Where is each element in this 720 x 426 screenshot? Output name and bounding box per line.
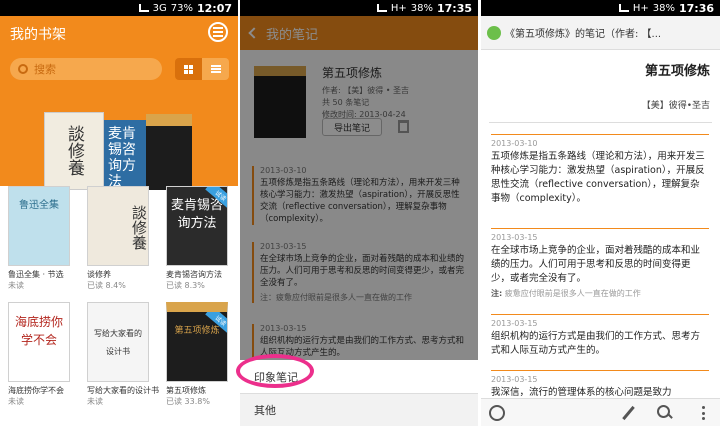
note-text: 组织机构的运行方式是由我们的工作方式、思考方式和人际互动方式产生的。 [491,331,701,356]
battery-indicator: 38% [652,2,675,14]
featured-book-cover-2[interactable]: 麦肯锡咨询方法 [104,120,150,190]
book-title: 第五项修炼 [166,386,206,395]
featured-book-cover[interactable]: 談修養 [44,112,104,190]
status-bar: 3G 73% 12:07 [0,0,238,16]
featured-book-cover-3[interactable] [146,114,192,190]
book-progress: 已读 8.4% [87,281,126,290]
page-title: 我的书架 [10,27,66,43]
bookshelf-screen: 3G 73% 12:07 我的书架 搜索 談修養 麦肯锡咨询方法 鲁迅全集 鲁迅… [0,0,238,426]
book-progress: 未读 [87,397,103,406]
more-options-icon[interactable] [695,405,711,421]
grid-view-button[interactable] [175,58,202,80]
book-cover: 写给大家看的设计书 [87,302,149,382]
book-item[interactable]: 麦肯锡咨询方法 试读 麦肯锡咨询方法 已读 8.3% [166,186,232,291]
list-view-button[interactable] [202,58,229,80]
signal-icon [376,4,387,12]
note-remark: 注: 疲惫应付眼前是很多人一直在做的工作 [491,289,641,298]
featured2-cover-text: 麦肯锡咨询方法 [108,126,136,190]
note-date: 2013-03-15 [491,375,538,384]
status-time: 17:36 [678,1,714,15]
book-progress: 已读 33.8% [166,397,210,406]
network-indicator: H+ [390,2,407,14]
app-collage: 3G 73% 12:07 我的书架 搜索 談修養 麦肯锡咨询方法 鲁迅全集 鲁迅… [0,0,720,426]
search-placeholder: 搜索 [34,63,56,76]
book-cover: 鲁迅全集 [8,186,70,266]
view-toggle [175,58,229,80]
network-indicator: 3G [152,2,167,14]
shelf-header: 我的书架 搜索 談修養 麦肯锡咨询方法 [0,16,238,190]
menu-icon[interactable] [208,22,228,42]
book-title: 谈修养 [87,270,111,279]
book-item[interactable]: 鲁迅全集 鲁迅全集 · 节选 未读 [8,186,74,291]
evernote-screen: H+ 38% 17:36 《第五项修炼》的笔记（作者: 【... 第五项修炼 【… [481,0,720,426]
note-text: 五项修炼是指五条路线（理论和方法），用来开发三种核心学习能力：激发热望（aspi… [491,151,705,204]
alarm-icon[interactable] [489,405,505,421]
note-item: 2013-03-15 组织机构的运行方式是由我们的工作方式、思考方式和人际互动方… [491,314,709,358]
book-item[interactable]: 談修養 谈修养 已读 8.4% [87,186,153,291]
bottom-toolbar [481,398,720,426]
note-title: 第五项修炼 [644,64,710,79]
evernote-icon[interactable] [487,25,501,40]
book-cover: 海底捞你学不会 [8,302,70,382]
book-progress: 未读 [8,397,24,406]
book-progress: 未读 [8,281,24,290]
note-header-title: 《第五项修炼》的笔记（作者: 【... [505,29,662,40]
menu-item-other[interactable]: 其他 [240,393,478,426]
status-bar: H+ 38% 17:35 [240,0,478,16]
book-progress: 已读 8.3% [166,281,205,290]
status-time: 12:07 [196,1,232,15]
note-item: 2013-03-15 在全球市场上竞争的企业，面对着残酷的成本和业绩的压力。人们… [491,228,709,299]
note-item: 2013-03-15 我深信，流行的管理体系的核心问题是致力 [491,370,709,400]
note-header: 《第五项修炼》的笔记（作者: 【... [481,16,720,50]
network-indicator: H+ [632,2,649,14]
grid-icon [184,64,193,74]
status-bar: H+ 38% 17:36 [481,0,720,16]
edit-icon[interactable] [621,405,637,421]
book-item[interactable]: 写给大家看的设计书 写给大家看的设计书 未读 [87,302,159,407]
note-date: 2013-03-15 [491,319,538,328]
book-title: 麦肯锡咨询方法 [166,270,222,279]
book-item[interactable]: 第五项修炼 试读 第五项修炼 已读 33.8% [166,302,232,407]
list-icon [210,64,221,74]
book-title: 鲁迅全集 · 节选 [8,270,64,279]
signal-icon [138,4,149,12]
note-date: 2013-03-10 [491,139,538,148]
note-date: 2013-03-15 [491,233,538,242]
book-cover: 談修養 [87,186,149,266]
highlight-ring [236,354,314,388]
book-title: 写给大家看的设计书 [87,386,159,395]
note-author: 【美】彼得•圣吉 [641,101,710,111]
featured-cover-text: 談修養 [64,124,84,176]
book-item[interactable]: 海底捞你学不会 海底捞你学不会 未读 [8,302,74,407]
search-icon [18,64,28,74]
battery-indicator: 73% [170,2,193,14]
battery-indicator: 38% [410,2,433,14]
divider [489,122,712,123]
search-icon[interactable] [657,405,673,421]
status-time: 17:35 [436,1,472,15]
note-item: 2013-03-10 五项修炼是指五条路线（理论和方法），用来开发三种核心学习能… [491,134,709,206]
search-input[interactable]: 搜索 [10,58,162,80]
book-cover: 第五项修炼 试读 [166,302,228,382]
signal-icon [618,4,629,12]
book-cover: 麦肯锡咨询方法 试读 [166,186,228,266]
book-title: 海底捞你学不会 [8,386,64,395]
note-text: 在全球市场上竞争的企业，面对着残酷的成本和业绩的压力。人们可用于思考和反思的时间… [491,245,701,284]
modal-overlay[interactable] [240,16,478,368]
